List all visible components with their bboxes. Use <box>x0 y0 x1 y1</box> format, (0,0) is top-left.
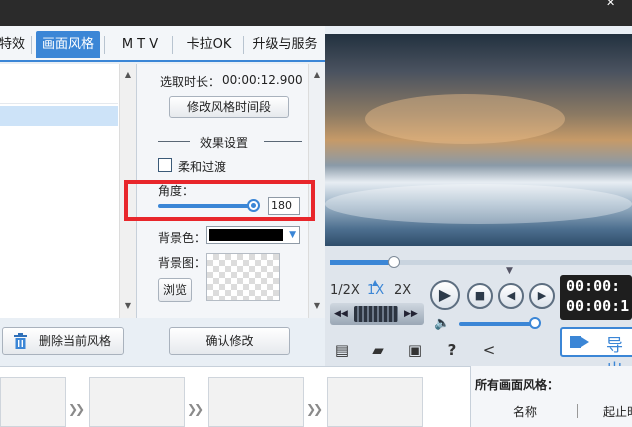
storyboard-thumb[interactable] <box>327 377 423 427</box>
scroll-down-icon[interactable]: ▼ <box>309 298 325 314</box>
heading-rule-left <box>158 141 190 142</box>
rewind-icon[interactable]: ◀◀ <box>334 309 348 319</box>
chevron-right-icon: ❯❯ <box>306 402 323 416</box>
heading-rule-right <box>264 141 302 142</box>
all-styles-label: 所有画面风格： <box>475 378 560 392</box>
tab-separator <box>172 36 173 54</box>
tab-bar: 特效 画面风格 M T V 卡拉OK 升级与服务 <box>0 26 325 62</box>
stop-icon[interactable]: ■ <box>467 283 493 309</box>
annotation-highlight-box <box>124 180 315 221</box>
share-icon[interactable]: < <box>480 341 498 359</box>
speed-indicator-icon: ▲ <box>372 278 379 287</box>
selected-duration-label: 选取时长： <box>160 75 221 89</box>
export-icon <box>570 333 592 351</box>
bg-color-label: 背景色： <box>158 231 207 245</box>
bg-color-picker[interactable]: ▼ <box>206 226 300 244</box>
modify-segment-button[interactable]: 修改风格时间段 <box>169 96 289 118</box>
volume-slider-thumb[interactable] <box>529 317 541 329</box>
playback-progress-thumb[interactable] <box>388 256 400 268</box>
bg-color-swatch <box>209 229 283 241</box>
export-button[interactable]: 导出 <box>560 327 632 381</box>
tab-separator <box>104 36 105 54</box>
volume-slider-track[interactable] <box>459 322 535 326</box>
help-icon[interactable]: ? <box>443 341 461 359</box>
volume-icon[interactable]: 🔈 <box>434 316 450 331</box>
close-icon[interactable]: ✕ <box>606 0 620 8</box>
time-current: 00:00: <box>566 277 621 295</box>
scroll-up-icon[interactable]: ▲ <box>309 67 325 83</box>
bg-image-label: 背景图： <box>158 256 207 270</box>
column-header-time[interactable]: 起止时 <box>603 403 632 420</box>
next-icon[interactable]: ▶ <box>529 283 555 309</box>
tab-picture-style[interactable]: 画面风格 <box>36 31 100 58</box>
chevron-right-icon: ❯❯ <box>187 402 204 416</box>
video-preview <box>325 34 632 246</box>
play-icon[interactable]: ▶ <box>430 280 460 310</box>
time-display: 00:00: 00:00:1 <box>560 275 632 320</box>
open-folder-icon[interactable]: ▰ <box>369 341 387 359</box>
prev-icon[interactable]: ◀ <box>498 283 524 309</box>
storyboard-thumb[interactable] <box>89 377 185 427</box>
tab-upgrade-service[interactable]: 升级与服务 <box>248 31 322 58</box>
tab-separator <box>243 36 244 54</box>
chevron-down-icon[interactable]: ▼ <box>289 230 296 240</box>
smooth-transition-checkbox[interactable] <box>158 158 172 172</box>
all-styles-panel: 所有画面风格： 名称 起止时 <box>470 366 632 427</box>
playback-progress[interactable] <box>330 260 632 265</box>
chevron-right-icon: ❯❯ <box>68 402 85 416</box>
column-header-name[interactable]: 名称 <box>513 403 537 420</box>
playback-progress-fill <box>330 260 394 265</box>
tab-mtv[interactable]: M T V <box>112 31 168 58</box>
list-item-selected[interactable] <box>0 106 118 126</box>
speed-half[interactable]: 1/2X <box>330 283 360 298</box>
time-total: 00:00:1 <box>566 297 630 315</box>
bg-image-preview <box>206 253 280 301</box>
new-icon[interactable]: ▤ <box>333 341 351 359</box>
preview-cloud <box>365 94 565 144</box>
effect-settings-heading: 效果设置 <box>200 136 249 150</box>
browse-button[interactable]: 浏览 <box>158 278 192 302</box>
forward-icon[interactable]: ▶▶ <box>404 309 418 319</box>
jog-dial[interactable] <box>354 306 398 322</box>
tab-karaoke[interactable]: 卡拉OK <box>180 31 238 58</box>
save-icon[interactable]: ▣ <box>406 341 424 359</box>
tab-effects[interactable]: 特效 <box>0 31 28 58</box>
tab-separator <box>31 36 32 54</box>
selected-duration-value: 00:00:12.900 <box>222 73 303 87</box>
preview-cloud <box>325 184 632 224</box>
title-bar: ✕ <box>0 0 632 26</box>
trash-icon <box>13 333 28 349</box>
speed-2x[interactable]: 2X <box>394 283 411 298</box>
scroll-up-icon[interactable]: ▲ <box>120 67 136 83</box>
delete-style-label: 删除当前风格 <box>38 334 111 348</box>
list-item[interactable] <box>0 84 118 104</box>
storyboard-thumb[interactable] <box>0 377 66 427</box>
scroll-down-icon[interactable]: ▼ <box>120 298 136 314</box>
storyboard-thumb[interactable] <box>208 377 304 427</box>
jog-wheel[interactable]: ◀◀ ▶▶ <box>330 303 424 325</box>
confirm-button[interactable]: 确认修改 <box>169 327 290 355</box>
smooth-transition-label: 柔和过渡 <box>178 160 227 174</box>
chevron-down-icon[interactable]: ▼ <box>506 266 513 276</box>
style-list-panel: ▲ ▼ <box>0 64 137 318</box>
column-divider <box>577 404 578 418</box>
